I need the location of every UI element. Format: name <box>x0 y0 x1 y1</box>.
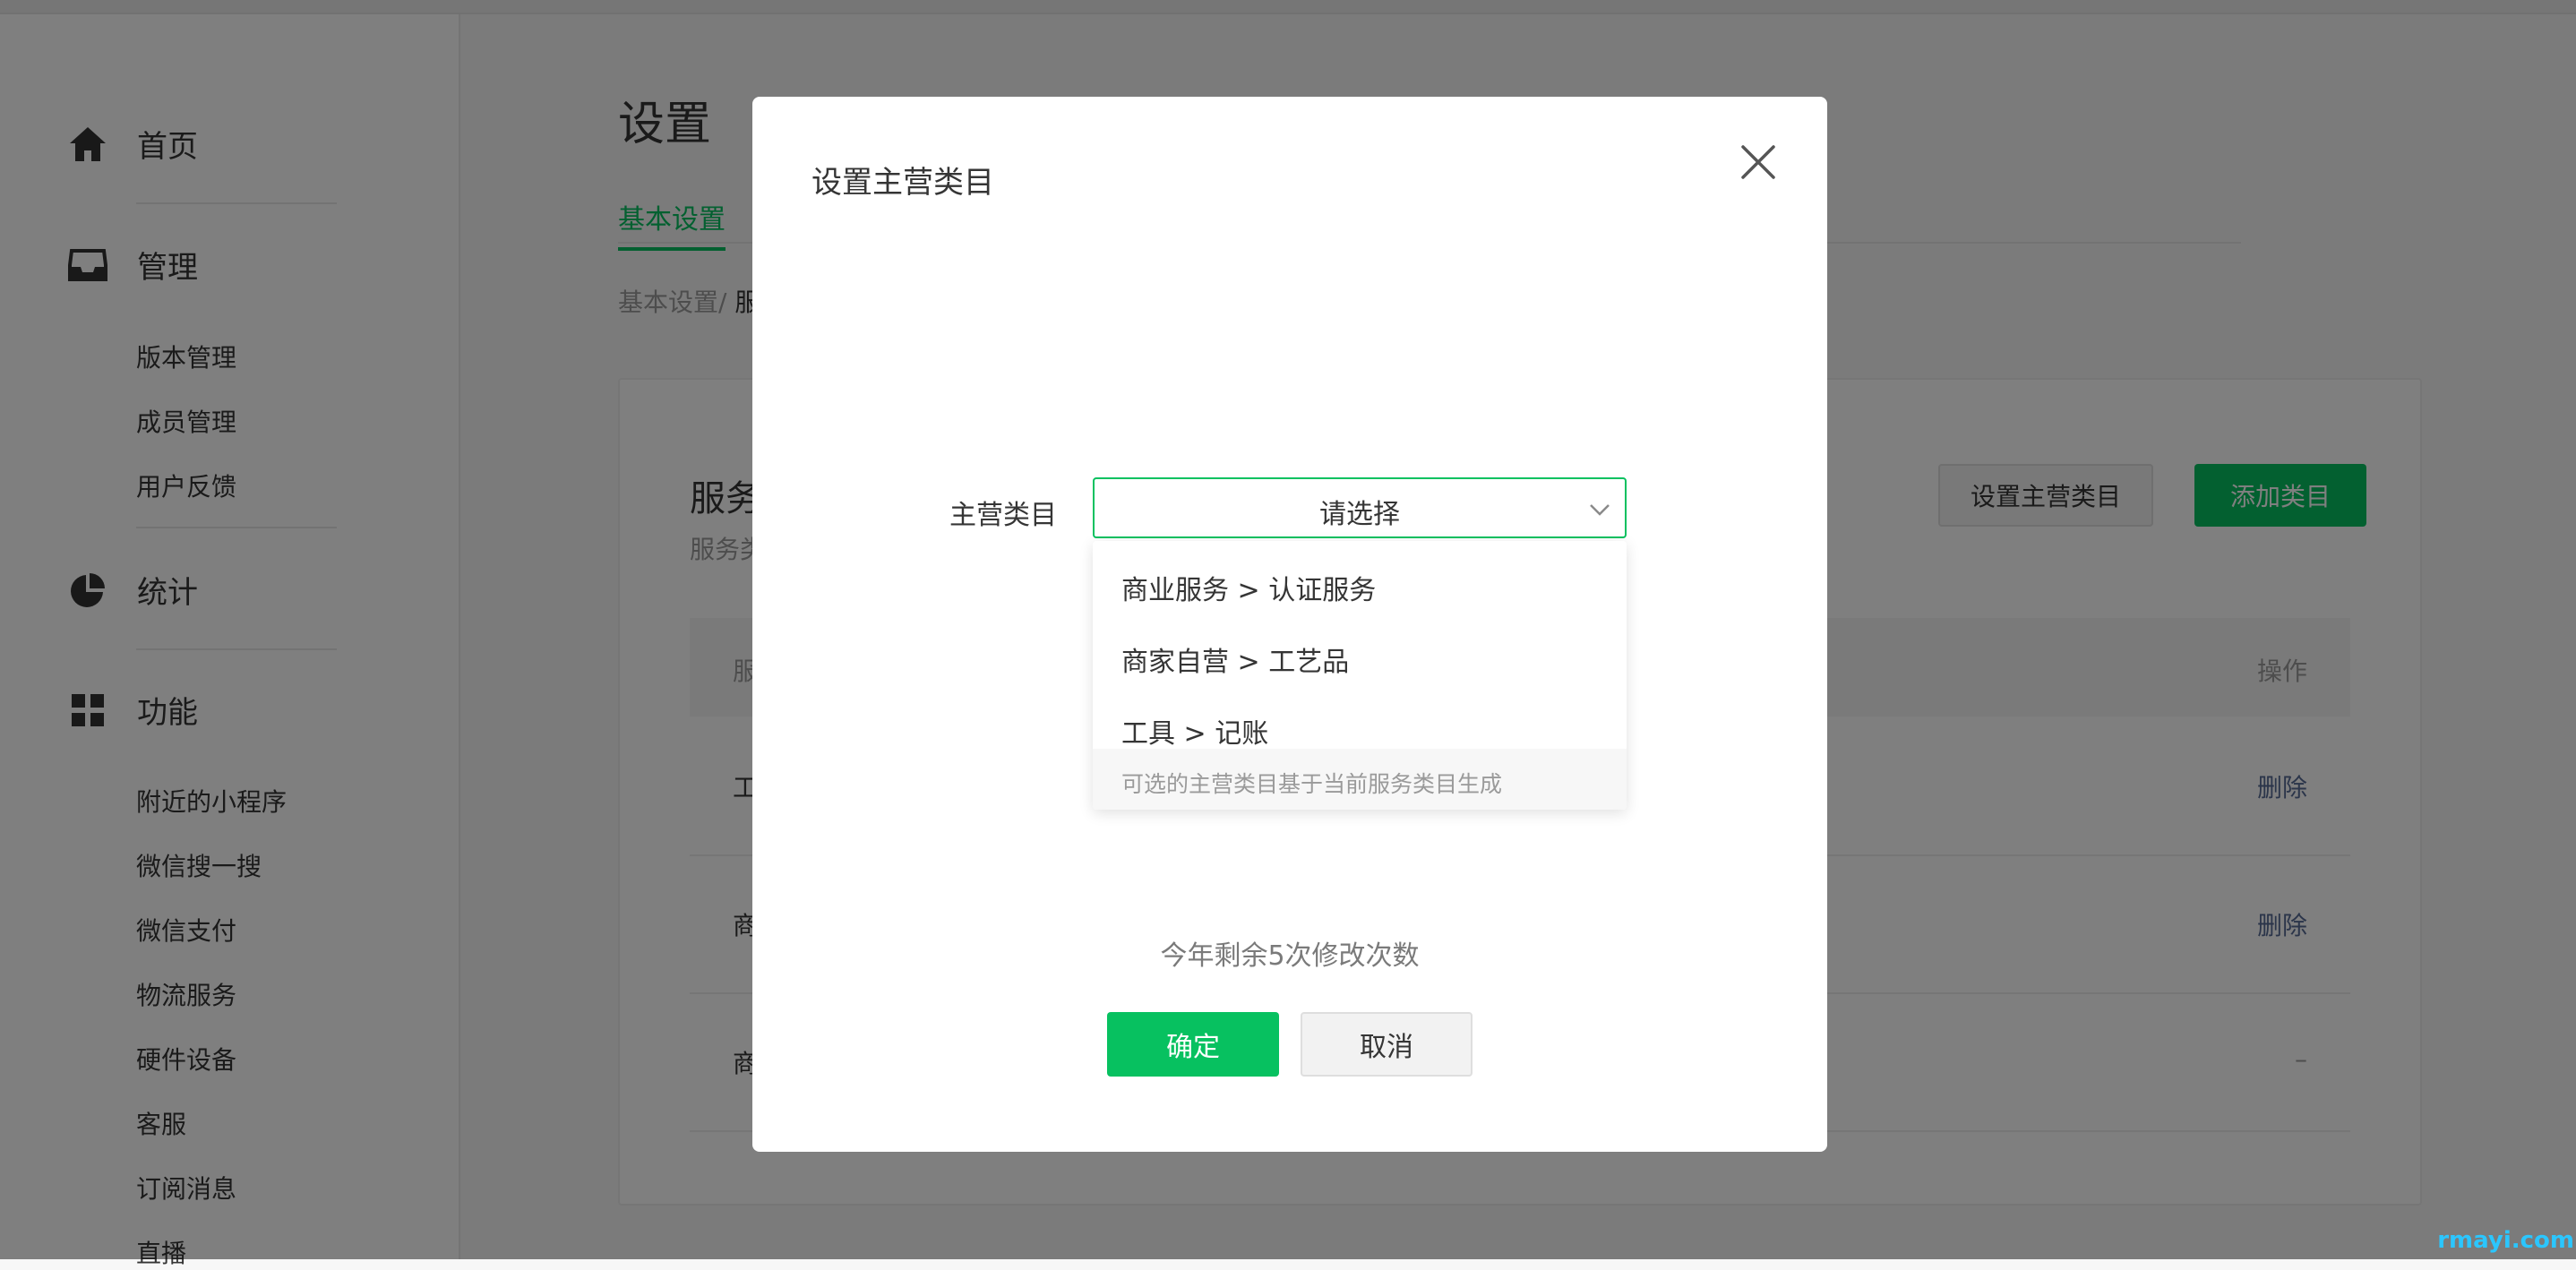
set-main-category-dialog: 设置主营类目 主营类目 请选择 商业服务 > 认证服务 商家自营 > 工艺品 工… <box>752 97 1827 1152</box>
dropdown-hint: 可选的主营类目基于当前服务类目生成 <box>1093 749 1627 810</box>
remaining-changes-text: 今年剩余5次修改次数 <box>1160 940 1420 972</box>
select-placeholder: 请选择 <box>1319 499 1400 530</box>
dropdown-hint-text: 可选的主营类目基于当前服务类目生成 <box>1121 771 1503 797</box>
cancel-button[interactable]: 取消 <box>1301 1012 1473 1077</box>
category-dropdown: 商业服务 > 认证服务 商家自营 > 工艺品 工具 > 记账 可选的主营类目基于… <box>1093 541 1627 810</box>
dropdown-option[interactable]: 商家自营 > 工艺品 <box>1121 639 1349 679</box>
dropdown-option[interactable]: 商业服务 > 认证服务 <box>1121 568 1376 607</box>
chevron-down-icon <box>1587 499 1612 520</box>
field-label-main-category: 主营类目 <box>949 500 1057 531</box>
dialog-title: 设置主营类目 <box>811 165 994 201</box>
main-category-select[interactable]: 请选择 <box>1093 477 1627 538</box>
watermark: rmayi.com <box>2437 1227 2574 1254</box>
close-icon[interactable] <box>1734 138 1782 186</box>
dropdown-option[interactable]: 工具 > 记账 <box>1121 711 1268 751</box>
confirm-button[interactable]: 确定 <box>1107 1012 1279 1077</box>
